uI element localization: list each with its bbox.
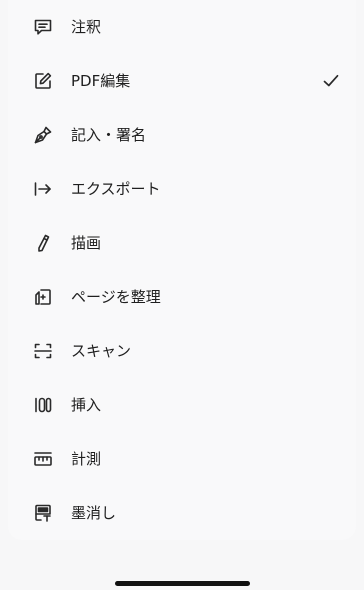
menu-item-label: 計測 [71,450,102,468]
menu-item-label: 注釈 [71,18,102,36]
tool-menu: 注釈 PDF編集 記入・署名 エクスポート 描画 ページを整理 スキャン 挿入 … [8,0,356,540]
menu-item-label: 挿入 [71,396,102,414]
menu-item-label: 記入・署名 [71,126,147,144]
menu-sheet: 注釈 PDF編集 記入・署名 エクスポート 描画 ページを整理 スキャン 挿入 … [8,0,356,540]
menu-item-label: ページを整理 [71,288,161,306]
menu-item-fill-sign[interactable]: 記入・署名 [8,108,356,162]
menu-item-label: スキャン [71,342,132,360]
menu-item-insert[interactable]: 挿入 [8,378,356,432]
home-indicator [115,581,250,586]
menu-item-label: 墨消し [71,504,117,522]
export-arrow-icon [33,179,53,199]
insert-icon [33,395,53,415]
pen-nib-icon [33,125,53,145]
organize-pages-icon [33,287,53,307]
menu-item-scan[interactable]: スキャン [8,324,356,378]
menu-item-label: PDF編集 [71,72,131,90]
menu-item-annotate[interactable]: 注釈 [8,0,356,54]
scan-icon [33,341,53,361]
menu-item-organize-pages[interactable]: ページを整理 [8,270,356,324]
menu-item-measure[interactable]: 計測 [8,432,356,486]
menu-item-edit-pdf[interactable]: PDF編集 [8,54,356,108]
menu-item-label: 描画 [71,234,102,252]
menu-item-label: エクスポート [71,180,161,198]
edit-icon [33,71,53,91]
checkmark-icon [322,72,340,90]
comment-icon [33,17,53,37]
menu-item-redact[interactable]: 墨消し [8,486,356,540]
ruler-icon [33,449,53,469]
pencil-icon [33,233,53,253]
redact-icon [33,503,53,523]
menu-item-export[interactable]: エクスポート [8,162,356,216]
menu-item-draw[interactable]: 描画 [8,216,356,270]
